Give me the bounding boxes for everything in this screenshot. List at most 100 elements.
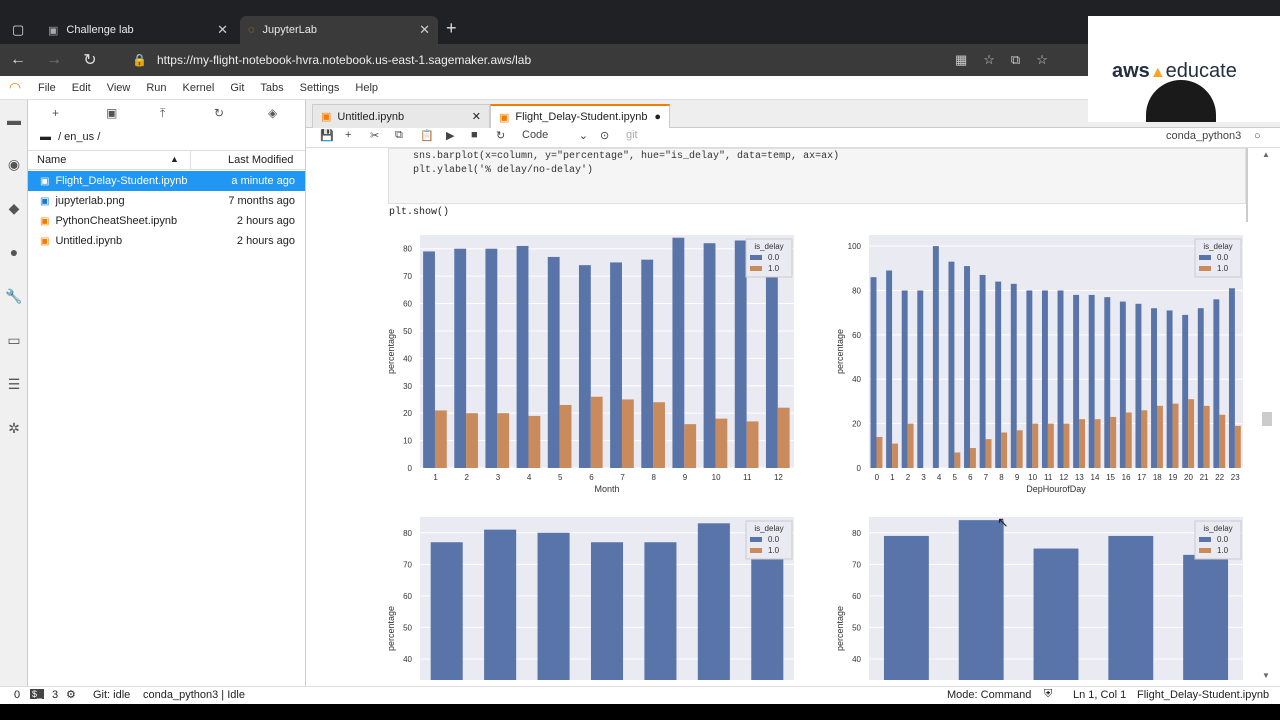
x-tick-label: 10 <box>1028 473 1037 482</box>
x-tick-label: 6 <box>589 473 594 482</box>
menu-run[interactable]: Run <box>138 82 174 94</box>
address-bar[interactable]: 🔒 https://my-flight-notebook-hvra.notebo… <box>122 48 1082 72</box>
menu-edit[interactable]: Edit <box>64 82 99 94</box>
file-row[interactable]: ▣ Untitled.ipynb 2 hours ago <box>28 231 305 251</box>
folder-icon[interactable]: ▬ <box>4 112 24 132</box>
close-tab-icon[interactable]: ✕ <box>217 22 228 38</box>
y-tick-label: 40 <box>403 655 412 664</box>
git-label[interactable]: git <box>626 129 638 141</box>
browser-tab-jupyterlab[interactable]: ◌ JupyterLab ✕ <box>240 16 438 44</box>
bar <box>610 262 622 468</box>
browser-tab-challenge-lab[interactable]: ▣ Challenge lab ✕ <box>40 16 236 44</box>
bar <box>1182 314 1189 468</box>
file-modified: 2 hours ago <box>236 215 295 227</box>
menu-tabs[interactable]: Tabs <box>252 82 291 94</box>
forward-icon[interactable]: → <box>36 51 72 69</box>
browser-menu-icon[interactable]: ▢ <box>12 22 24 38</box>
menu-file[interactable]: File <box>30 82 64 94</box>
back-icon[interactable]: ← <box>0 51 36 69</box>
jupyter-logo-icon: ◠ <box>8 79 22 95</box>
bar <box>547 256 560 468</box>
new-launcher-icon[interactable]: + <box>52 106 59 120</box>
tabs-icon[interactable]: ▭ <box>4 332 24 352</box>
file-row[interactable]: ▣ jupyterlab.png 7 months ago <box>28 191 305 211</box>
gear-icon[interactable]: ⚙ <box>66 688 76 701</box>
cut-icon[interactable]: ✂ <box>370 129 379 142</box>
bar <box>1141 410 1148 468</box>
upload-icon[interactable]: ⤒ <box>160 106 165 121</box>
stop-icon[interactable]: ■ <box>471 129 478 141</box>
cell-collapser[interactable] <box>1246 148 1248 222</box>
column-last-modified[interactable]: Last Modified <box>228 154 293 166</box>
toc-icon[interactable]: ☰ <box>4 376 24 396</box>
tab-flight-delay[interactable]: ▣ Flight_Delay-Student.ipynb ● <box>490 104 670 128</box>
bar <box>1001 432 1008 468</box>
new-folder-icon[interactable]: ▣ <box>106 106 117 120</box>
screen-bottom-bar <box>0 704 1280 720</box>
legend-swatch <box>750 266 762 271</box>
scrollbar[interactable]: ▲ ▼ <box>1262 150 1272 680</box>
file-row[interactable]: ▣ PythonCheatSheet.ipynb 2 hours ago <box>28 211 305 231</box>
mode-status[interactable]: Mode: Command <box>947 689 1031 701</box>
close-tab-icon[interactable]: ✕ <box>472 110 481 123</box>
shield-icon[interactable]: ⛨ <box>1044 688 1052 701</box>
bar <box>1219 414 1226 468</box>
sort-caret-icon[interactable]: ▲ <box>170 154 179 164</box>
menu-kernel[interactable]: Kernel <box>175 82 223 94</box>
tab-untitled[interactable]: ▣ Untitled.ipynb ✕ <box>312 104 490 128</box>
git-status[interactable]: Git: idle <box>93 689 130 701</box>
x-tick-label: 1 <box>433 473 438 482</box>
status-kernels[interactable]: 3 <box>52 689 58 701</box>
git-icon[interactable]: ◆ <box>4 200 24 220</box>
status-terminals[interactable]: 0 <box>14 689 20 701</box>
cell-type-select[interactable]: Code ⌄ <box>522 129 588 142</box>
paste-icon[interactable]: 📋 <box>420 129 434 142</box>
menu-git[interactable]: Git <box>222 82 252 94</box>
copy-icon[interactable]: ⧉ <box>395 129 403 142</box>
code-cell[interactable]: sns.barplot(x=column, y="percentage", hu… <box>388 148 1246 204</box>
running-icon[interactable]: ◉ <box>4 156 24 176</box>
educate-logo-text: educate <box>1165 60 1237 82</box>
scroll-down-icon[interactable]: ▼ <box>1262 671 1270 680</box>
legend-label: 0.0 <box>1217 253 1229 262</box>
git-diff-icon[interactable]: ⊙ <box>600 129 609 142</box>
refresh-icon[interactable]: ↻ <box>72 50 108 70</box>
unsaved-dot-icon[interactable]: ● <box>654 111 661 123</box>
bar <box>958 520 1004 680</box>
column-name[interactable]: Name <box>37 154 66 166</box>
wrench-icon[interactable]: 🔧 <box>4 288 24 308</box>
restart-icon[interactable]: ↻ <box>496 129 505 142</box>
refresh-files-icon[interactable]: ↻ <box>214 106 224 120</box>
aws-logo-text: aws <box>1112 60 1150 82</box>
bar <box>1234 425 1241 468</box>
image-icon: ▣ <box>40 195 50 207</box>
browser-extension-icons[interactable]: ▦☆⧉☆ <box>955 52 1064 68</box>
x-tick-label: 9 <box>1015 473 1020 482</box>
file-row[interactable]: ▣ Flight_Delay-Student.ipynb a minute ag… <box>28 171 305 191</box>
palette-icon[interactable]: ● <box>4 244 24 264</box>
terminal-icon[interactable]: $_ <box>30 689 45 699</box>
git-clone-icon[interactable]: ◈ <box>268 106 277 120</box>
extension-icon[interactable]: ✲ <box>4 420 24 440</box>
breadcrumb[interactable]: ▬ / en_us / <box>40 131 100 143</box>
run-icon[interactable]: ▶ <box>446 129 454 142</box>
kernel-name[interactable]: conda_python3 <box>1166 130 1241 142</box>
graduation-cap-icon: ▲ <box>1149 64 1166 81</box>
file-name: jupyterlab.png <box>55 195 125 207</box>
menu-settings[interactable]: Settings <box>292 82 348 94</box>
x-tick-label: 21 <box>1200 473 1209 482</box>
cursor-position[interactable]: Ln 1, Col 1 <box>1073 689 1126 701</box>
bar <box>684 424 697 468</box>
column-divider <box>190 150 191 170</box>
scroll-up-icon[interactable]: ▲ <box>1262 150 1270 159</box>
menu-view[interactable]: View <box>99 82 139 94</box>
scroll-thumb[interactable] <box>1262 412 1272 426</box>
close-tab-icon[interactable]: ✕ <box>419 22 430 38</box>
add-cell-icon[interactable]: + <box>345 129 351 141</box>
new-tab-button[interactable]: + <box>446 18 457 39</box>
menu-help[interactable]: Help <box>347 82 386 94</box>
bar <box>1151 308 1157 468</box>
kernel-status[interactable]: conda_python3 | Idle <box>143 689 245 701</box>
presenter-video <box>1146 80 1216 122</box>
save-icon[interactable]: 💾 <box>320 129 334 142</box>
